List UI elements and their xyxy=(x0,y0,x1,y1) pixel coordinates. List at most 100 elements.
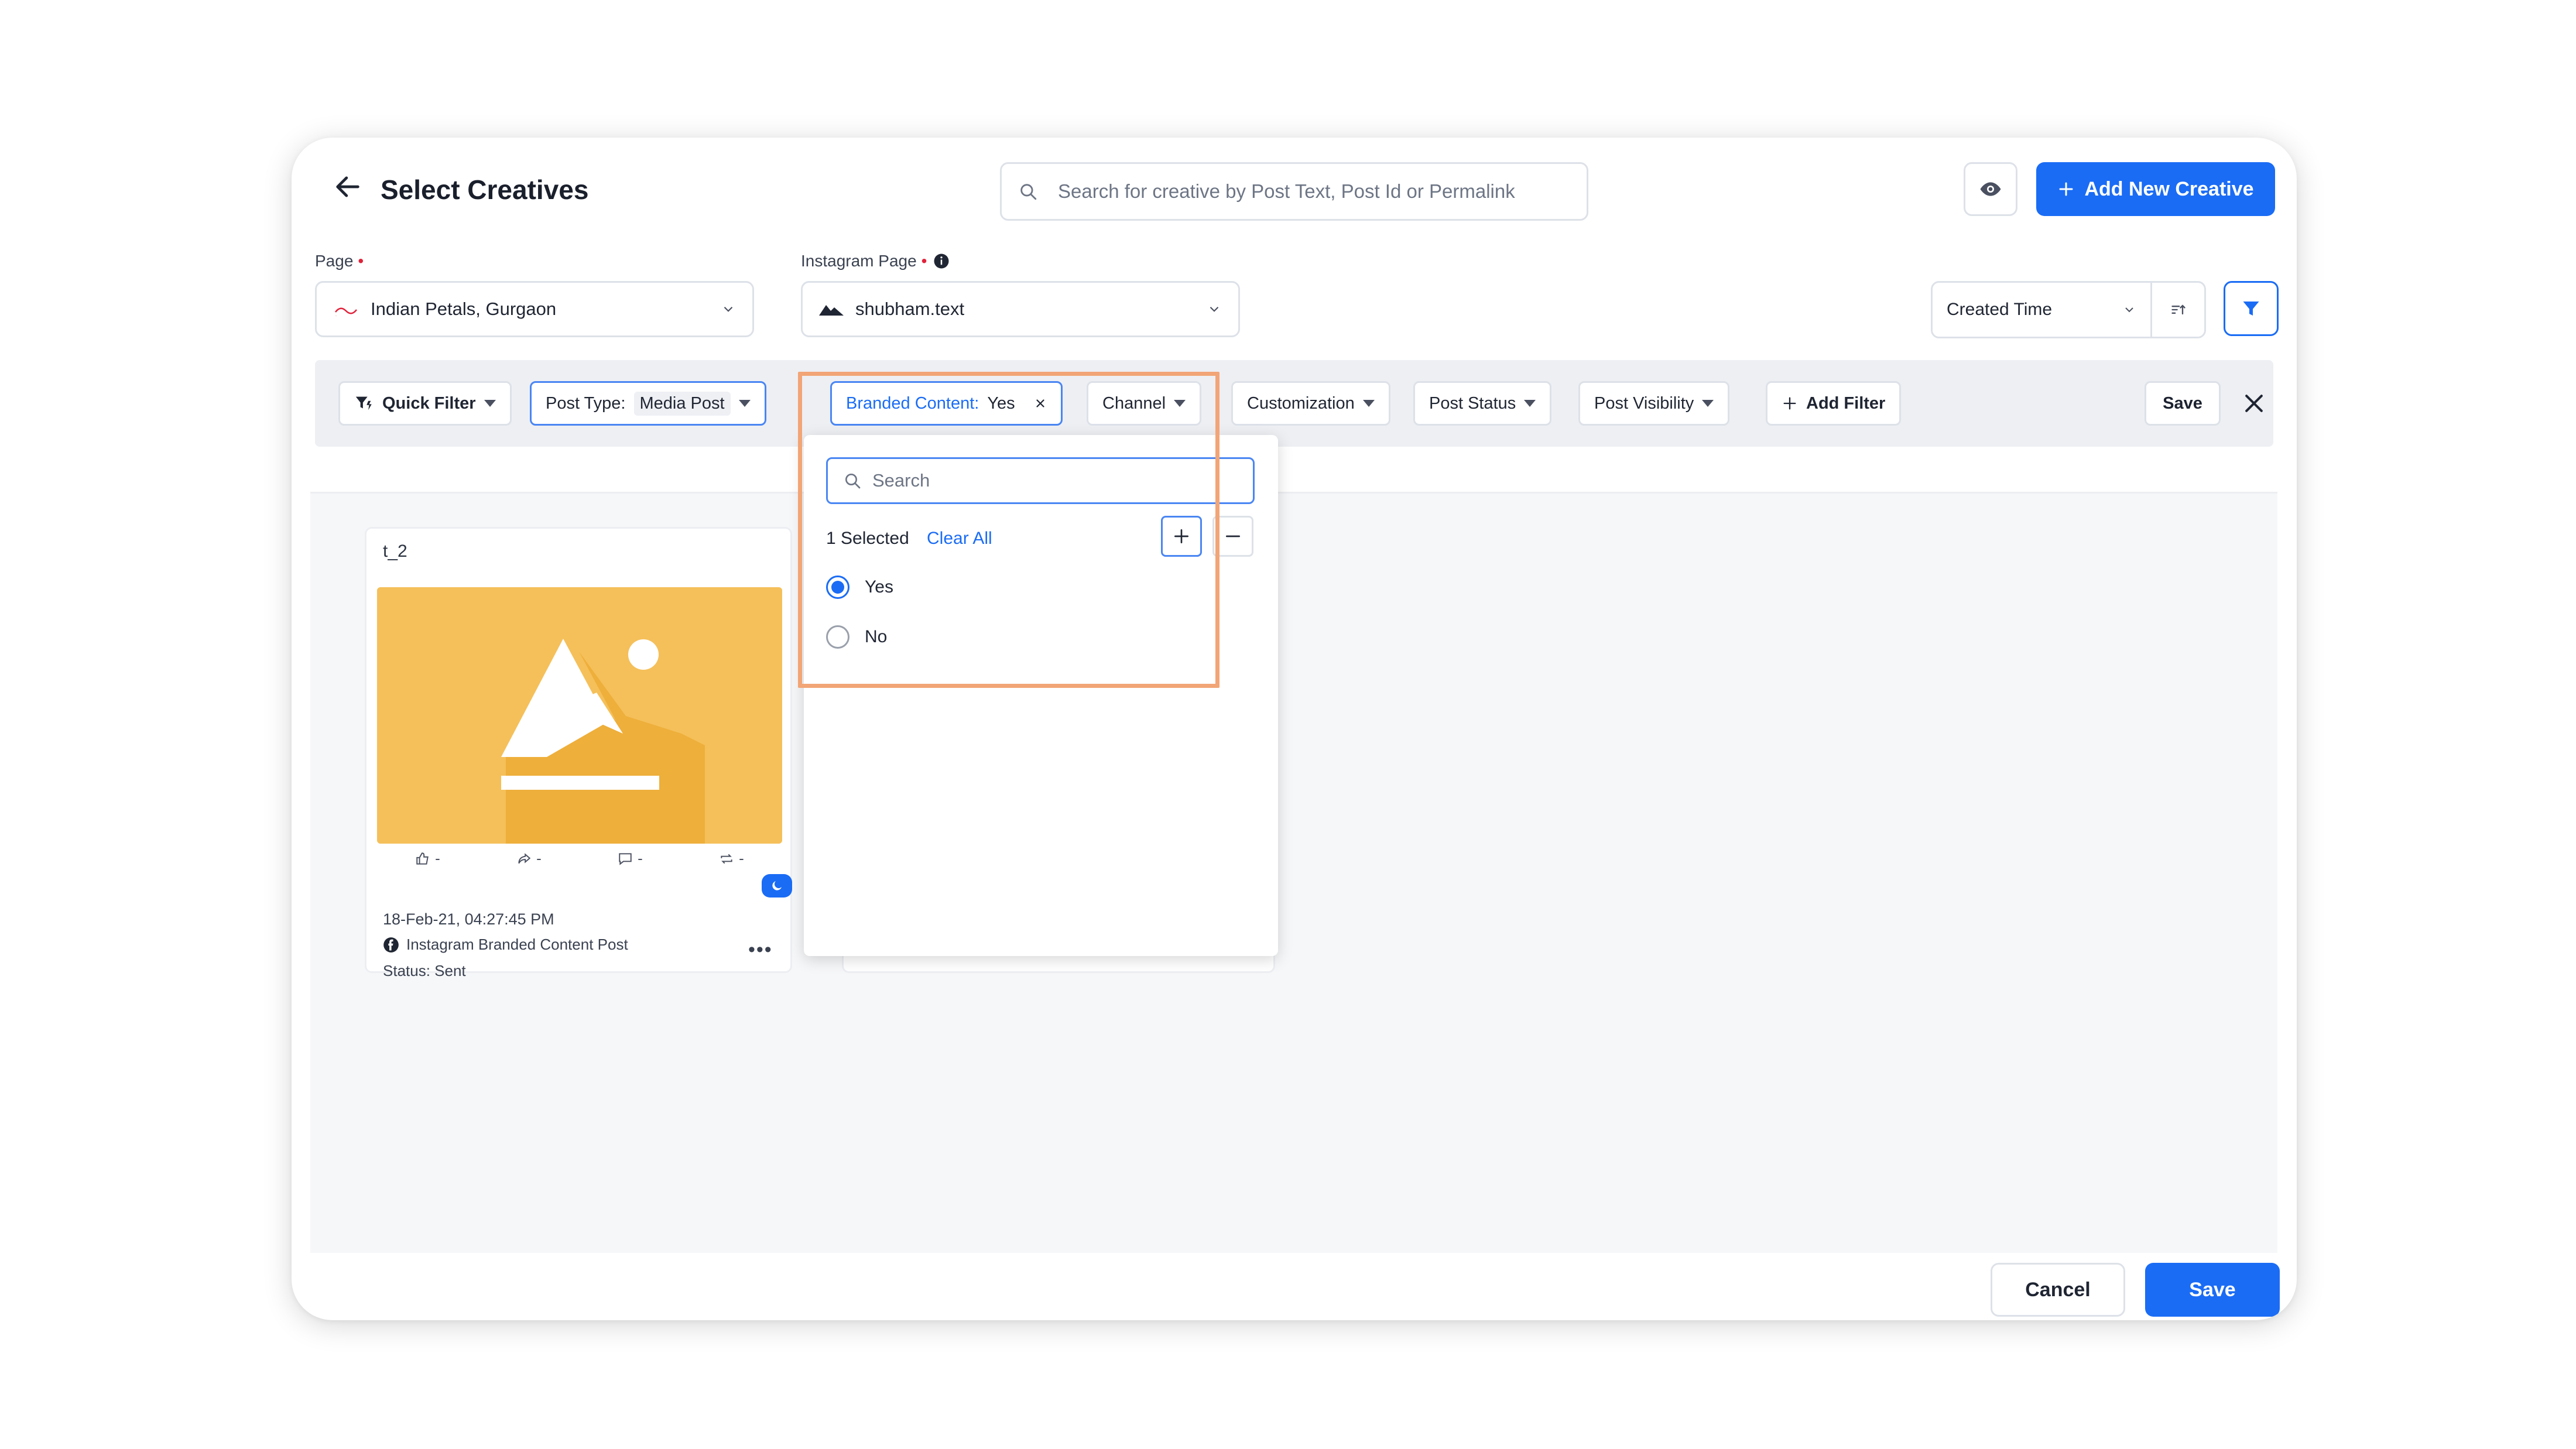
shares-count: - xyxy=(536,849,542,867)
option-yes[interactable]: Yes xyxy=(826,576,893,599)
svg-text:.: . xyxy=(335,313,337,317)
reposts-stat: - xyxy=(719,849,744,868)
instagram-page-select[interactable]: shubham.text xyxy=(801,281,1240,337)
back-arrow-icon[interactable] xyxy=(333,172,363,202)
post-status-label: Post Status xyxy=(1429,393,1516,413)
quick-filter-label: Quick Filter xyxy=(382,393,476,413)
page-title: Select Creatives xyxy=(381,174,589,205)
add-filter-button[interactable]: Add Filter xyxy=(1766,381,1902,426)
select-creatives-modal: Select Creatives Add New Creative Page• … xyxy=(292,138,2297,1320)
moon-badge xyxy=(762,874,792,898)
chevron-down-icon xyxy=(1210,306,1219,312)
eye-icon xyxy=(1980,182,2001,196)
sort-order-button[interactable] xyxy=(2150,283,2204,337)
more-options-icon[interactable]: ••• xyxy=(748,938,773,961)
option-label: Yes xyxy=(865,577,893,597)
funnel-icon xyxy=(2243,302,2259,316)
creative-name: t_2 xyxy=(383,542,407,561)
filter-bar: Quick Filter Post Type: Media Post Brand… xyxy=(315,360,2273,447)
required-marker: • xyxy=(358,252,364,270)
likes-stat: - xyxy=(415,849,440,868)
creative-card[interactable]: t_2 - - - - 18-Feb-21, 04:27:45 PM Insta… xyxy=(365,527,792,979)
sort-field-value: Created Time xyxy=(1947,300,2053,319)
info-icon[interactable] xyxy=(933,252,950,270)
post-type-value: Media Post xyxy=(633,391,731,416)
repost-icon xyxy=(721,854,732,864)
post-status-chip[interactable]: Post Status xyxy=(1413,381,1552,426)
preview-button[interactable] xyxy=(1964,162,2017,216)
option-label: No xyxy=(865,627,888,646)
plus-icon xyxy=(1174,529,1188,543)
caret-down-icon xyxy=(738,400,751,407)
page-field-label: Page • xyxy=(315,252,364,270)
chevron-down-icon xyxy=(2125,307,2133,313)
branded-content-label: Branded Content: xyxy=(846,393,979,413)
post-visibility-chip[interactable]: Post Visibility xyxy=(1578,381,1730,426)
creative-date: 18-Feb-21, 04:27:45 PM xyxy=(383,910,554,928)
likes-count: - xyxy=(435,849,440,867)
post-type-label: Post Type: xyxy=(546,393,626,413)
comments-stat: - xyxy=(618,849,643,868)
image-placeholder-icon xyxy=(377,587,782,844)
creative-thumbnail xyxy=(377,587,782,844)
page-label-text: Page xyxy=(315,252,354,270)
minus-icon xyxy=(1226,535,1240,537)
mountain-avatar-icon xyxy=(819,305,844,316)
required-marker: • xyxy=(921,252,927,270)
caret-down-icon xyxy=(1524,400,1536,407)
sort-order-icon xyxy=(2171,304,2186,315)
customization-chip[interactable]: Customization xyxy=(1231,381,1390,426)
engagement-stats: - - - - xyxy=(377,849,782,868)
add-filter-label: Add Filter xyxy=(1806,393,1886,413)
filter-toggle-button[interactable] xyxy=(2224,281,2279,336)
creative-type: Instagram Branded Content Post xyxy=(383,936,628,954)
instagram-label-text: Instagram Page xyxy=(801,252,917,270)
instagram-select-value: shubham.text xyxy=(855,299,965,319)
reposts-count: - xyxy=(739,849,744,867)
creative-status: Status: Sent xyxy=(383,962,466,979)
post-type-chip[interactable]: Post Type: Media Post xyxy=(530,381,766,426)
close-icon[interactable] xyxy=(1034,397,1047,410)
sort-field-select[interactable]: Created Time xyxy=(1933,283,2150,337)
branded-content-chip[interactable]: Branded Content: Yes xyxy=(830,381,1063,426)
add-new-creative-button[interactable]: Add New Creative xyxy=(2036,162,2275,216)
brand-logo-icon: . xyxy=(335,307,357,317)
channel-chip[interactable]: Channel xyxy=(1087,381,1202,426)
caret-down-icon xyxy=(484,400,496,407)
branded-content-dropdown: 1 Selected Clear All Yes No xyxy=(804,435,1278,956)
add-new-creative-label: Add New Creative xyxy=(2084,177,2254,200)
moon-icon xyxy=(772,881,782,890)
creative-search-input[interactable] xyxy=(1058,180,1573,203)
dropdown-search[interactable] xyxy=(826,457,1255,504)
search-icon xyxy=(1020,184,1037,200)
creative-search[interactable] xyxy=(1000,162,1588,221)
clear-all-link[interactable]: Clear All xyxy=(927,529,992,549)
cancel-button[interactable]: Cancel xyxy=(1991,1263,2125,1317)
creative-type-label: Instagram Branded Content Post xyxy=(406,936,628,953)
shares-stat: - xyxy=(516,849,542,868)
page-select[interactable]: . Indian Petals, Gurgaon xyxy=(315,281,754,337)
option-no[interactable]: No xyxy=(826,625,887,649)
radio-unselected[interactable] xyxy=(826,625,849,649)
exclude-button[interactable] xyxy=(1212,516,1253,557)
plus-icon xyxy=(2059,182,2073,196)
comment-icon xyxy=(619,852,632,865)
quick-filter-icon xyxy=(355,396,372,410)
save-button[interactable]: Save xyxy=(2145,1263,2280,1317)
channel-icon xyxy=(383,937,399,953)
comments-count: - xyxy=(638,849,643,867)
plus-icon xyxy=(1783,397,1796,410)
quick-filter-chip[interactable]: Quick Filter xyxy=(338,381,512,426)
channel-label: Channel xyxy=(1102,393,1166,413)
dropdown-search-input[interactable] xyxy=(872,470,1235,491)
post-visibility-label: Post Visibility xyxy=(1594,393,1694,413)
filter-save-button[interactable]: Save xyxy=(2145,381,2221,426)
close-filter-bar-icon[interactable] xyxy=(2241,390,2267,416)
instagram-page-field-label: Instagram Page • xyxy=(801,252,950,270)
chevron-down-icon xyxy=(724,306,733,312)
caret-down-icon xyxy=(1702,400,1714,407)
customization-label: Customization xyxy=(1247,393,1355,413)
include-button[interactable] xyxy=(1161,516,1202,557)
radio-selected[interactable] xyxy=(826,576,849,599)
search-icon xyxy=(845,474,861,489)
